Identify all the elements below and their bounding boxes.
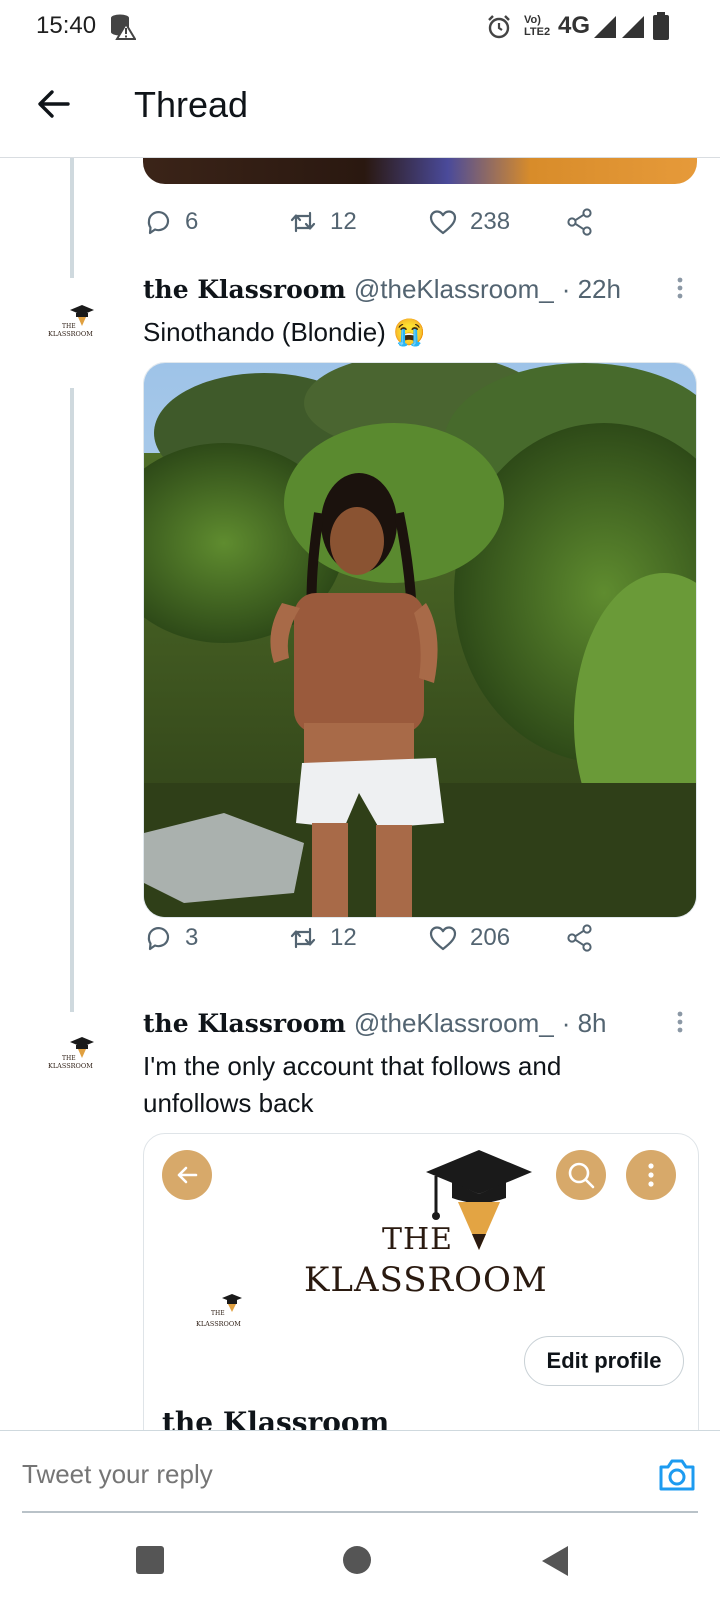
tweet-actions: 3 12 206 — [143, 916, 613, 960]
like-button[interactable]: 238 — [428, 200, 510, 244]
tweet-time: · 8h — [561, 1008, 607, 1038]
network-type: 4G — [558, 12, 591, 39]
status-bar: 15:40 Vo) LTE2 4G — [0, 0, 720, 52]
reply-icon — [147, 211, 170, 235]
reply-count: 3 — [185, 924, 199, 951]
author-name[interactable]: the Klassroom — [143, 275, 346, 304]
reply-icon — [147, 927, 170, 951]
photo-image — [144, 363, 696, 917]
brand-name: KLASSROOM — [304, 1260, 548, 1300]
heart-icon — [429, 210, 457, 235]
reply-count: 6 — [185, 208, 199, 235]
retweet-icon — [290, 211, 316, 233]
reply-bar — [0, 1430, 720, 1518]
share-button[interactable] — [565, 916, 595, 960]
tweet-media[interactable] — [143, 158, 697, 184]
signal-icon — [594, 16, 646, 43]
tweet-header: the Klassroom @theKlassroom_ · 22h — [143, 274, 621, 310]
page-title: Thread — [134, 84, 249, 125]
mini-logo-the: THE — [211, 1310, 225, 1317]
system-back-button[interactable] — [538, 1544, 572, 1583]
camera-button[interactable] — [655, 1453, 699, 1497]
arrow-left-icon — [32, 90, 76, 130]
thread-line — [70, 388, 74, 1012]
home-button[interactable] — [341, 1544, 373, 1581]
reply-button[interactable]: 6 — [143, 200, 198, 244]
svg-text:THE: THE — [62, 1055, 76, 1062]
more-vertical-icon — [648, 1163, 654, 1187]
svg-text:KLASSROOM: KLASSROOM — [48, 1062, 93, 1070]
square-icon — [136, 1546, 164, 1574]
circle-icon — [343, 1546, 371, 1574]
edit-profile-button: Edit profile — [524, 1336, 684, 1386]
battery-icon — [652, 12, 670, 45]
profile-name: the Klassroom — [162, 1406, 390, 1433]
mini-logo-klassroom: KLASSROOM — [196, 1320, 241, 1328]
tweet-actions: 6 12 238 — [143, 200, 613, 244]
retweet-icon — [290, 927, 316, 949]
avatar[interactable]: THE KLASSROOM — [40, 1028, 104, 1092]
avatar[interactable]: THE KLASSROOM — [40, 296, 104, 360]
tweet-header: the Klassroom @theKlassroom_ · 8h — [143, 1008, 607, 1044]
reply-input[interactable] — [22, 1459, 582, 1490]
tweet-text: Sinothando (Blondie) 😭 — [143, 317, 426, 347]
like-count: 238 — [470, 208, 511, 235]
database-warning-icon — [108, 12, 137, 45]
svg-text:KLASSROOM: KLASSROOM — [48, 330, 93, 338]
retweet-count: 12 — [330, 208, 357, 235]
recents-button[interactable] — [134, 1544, 166, 1581]
retweet-button[interactable]: 12 — [288, 200, 357, 244]
retweet-button[interactable]: 12 — [288, 916, 357, 960]
status-time: 15:40 — [36, 12, 97, 39]
search-icon — [568, 1162, 595, 1189]
author-handle: @theKlassroom_ — [353, 274, 554, 304]
tweet-text: I'm the only account that follows and un… — [143, 1051, 562, 1118]
card-search-button — [556, 1150, 606, 1200]
svg-text:THE: THE — [62, 323, 76, 330]
tweet-photo[interactable] — [143, 362, 697, 918]
author-name[interactable]: the Klassroom — [143, 1009, 346, 1038]
more-options-button[interactable] — [670, 274, 690, 310]
reply-underline — [22, 1511, 698, 1513]
share-button[interactable] — [565, 200, 595, 244]
share-icon — [567, 208, 592, 236]
tweet-media-card[interactable]: THE KLASSROOM THE KLASSROOM Edit profile… — [143, 1133, 699, 1433]
profile-avatar: THE KLASSROOM — [192, 1292, 252, 1341]
alarm-icon — [486, 14, 512, 45]
system-nav-bar — [0, 1518, 720, 1600]
heart-icon — [429, 926, 457, 951]
card-more-button — [626, 1150, 676, 1200]
retweet-count: 12 — [330, 924, 357, 951]
thread-line — [70, 158, 74, 278]
card-back-button — [162, 1150, 212, 1200]
camera-icon — [659, 1459, 695, 1491]
author-handle: @theKlassroom_ — [353, 1008, 554, 1038]
back-button[interactable] — [32, 82, 76, 126]
like-count: 206 — [470, 924, 511, 951]
reply-button[interactable]: 3 — [143, 916, 198, 960]
klassroom-logo-icon: THE KLASSROOM — [48, 1037, 94, 1070]
more-vertical-icon — [677, 277, 683, 299]
klassroom-logo-icon: THE KLASSROOM — [48, 305, 94, 338]
volte-label: Vo) LTE2 — [524, 14, 551, 38]
share-icon — [567, 924, 592, 952]
tweet-time: · 22h — [561, 274, 621, 304]
brand-the: THE — [382, 1222, 454, 1257]
like-button[interactable]: 206 — [428, 916, 510, 960]
more-vertical-icon — [677, 1011, 683, 1033]
app-header: Thread — [0, 52, 720, 158]
more-options-button[interactable] — [670, 1008, 690, 1044]
triangle-back-icon — [542, 1546, 568, 1576]
arrow-left-icon — [177, 1166, 198, 1184]
